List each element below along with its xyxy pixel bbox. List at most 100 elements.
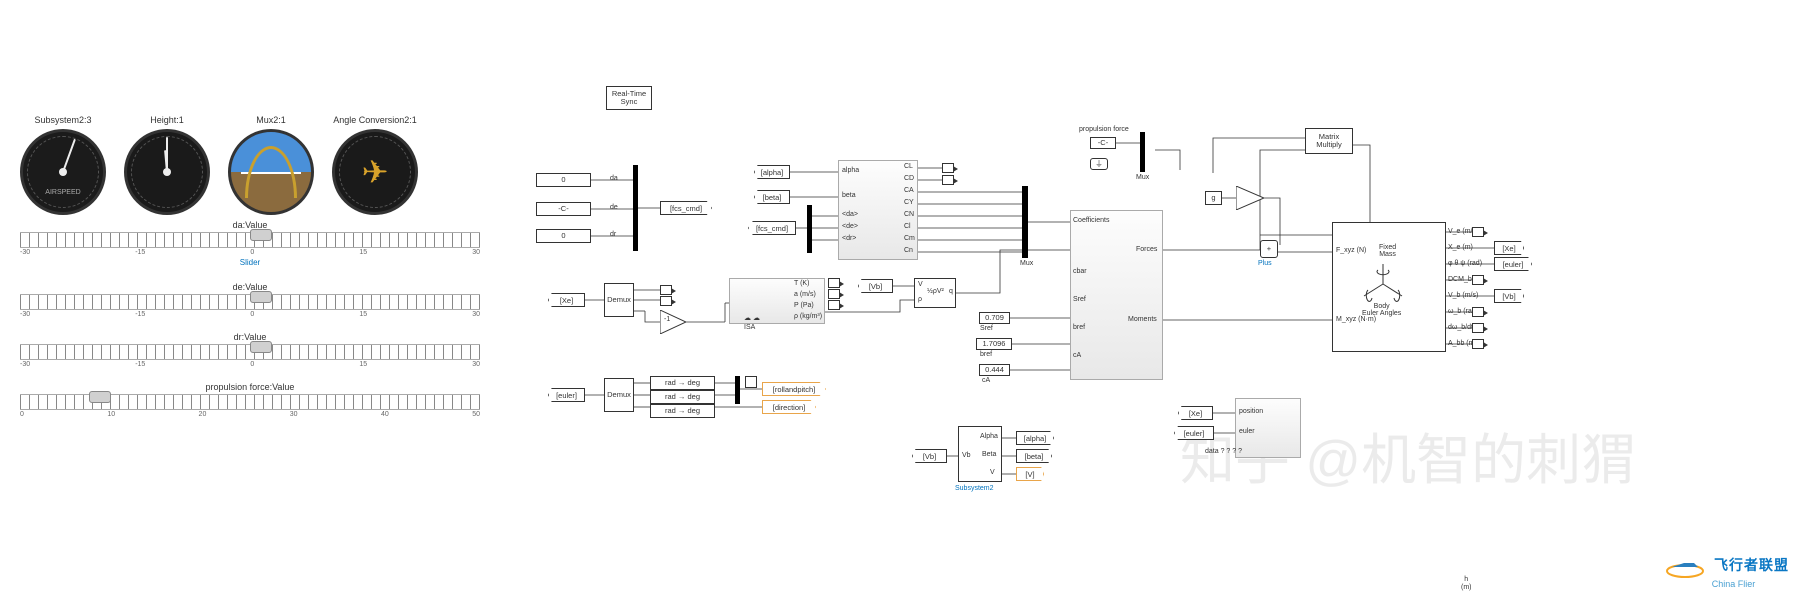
dc-out-CN: CN bbox=[904, 211, 914, 218]
mux-label: Mux bbox=[1020, 260, 1033, 267]
dp-rho: ρ bbox=[918, 296, 922, 303]
6dof-o5: V_b (m/s) bbox=[1448, 292, 1478, 299]
terminator[interactable] bbox=[1472, 339, 1484, 349]
block-demux2[interactable]: Demux bbox=[604, 378, 634, 412]
footer-en: China Flier bbox=[1712, 579, 1756, 589]
const-dr[interactable]: 0 bbox=[536, 229, 591, 243]
terminator[interactable] bbox=[1472, 275, 1484, 285]
terminator[interactable] bbox=[828, 289, 840, 299]
dr-euler: euler bbox=[1239, 428, 1255, 435]
aero-in-sref: Sref bbox=[1073, 296, 1086, 303]
block-rtsync[interactable]: Real-Time Sync bbox=[606, 86, 652, 110]
goto-rollandpitch[interactable]: [rollandpitch] bbox=[762, 382, 826, 396]
dc-in-beta: beta bbox=[842, 192, 856, 199]
mux-coeffs[interactable] bbox=[1022, 186, 1028, 258]
const-g[interactable]: g bbox=[1205, 191, 1222, 205]
const-bref[interactable]: 1.7096 bbox=[976, 338, 1012, 350]
goto-vb[interactable]: [Vb] bbox=[1494, 289, 1524, 303]
from-beta[interactable]: [beta] bbox=[754, 190, 790, 204]
dc-in-dr: <dr> bbox=[842, 235, 856, 242]
demux-fcs[interactable] bbox=[807, 205, 812, 253]
ca-lbl: cA bbox=[982, 377, 990, 384]
6dof-name: Fixed Mass bbox=[1379, 244, 1396, 258]
block-aero-fm[interactable] bbox=[1070, 210, 1163, 380]
const-ca[interactable]: 0.444 bbox=[979, 364, 1010, 376]
const-de[interactable]: -C- bbox=[536, 202, 591, 216]
terminator[interactable] bbox=[660, 285, 672, 295]
gain-neg1[interactable]: -1 bbox=[660, 310, 686, 334]
from-fcscmd[interactable]: [fcs_cmd] bbox=[748, 221, 796, 235]
terminator[interactable] bbox=[942, 175, 954, 185]
isa-out-a: a (m/s) bbox=[794, 291, 816, 298]
goto-beta[interactable]: [beta] bbox=[1016, 449, 1052, 463]
sub2-alpha: Alpha bbox=[980, 433, 998, 440]
isa-title: ISA bbox=[744, 324, 755, 331]
aero-in-cbar: cbar bbox=[1073, 268, 1087, 275]
dc-out-Cm: Cm bbox=[904, 235, 915, 242]
dr-pos: position bbox=[1239, 408, 1263, 415]
rad2deg-2[interactable]: rad → deg bbox=[650, 390, 715, 404]
footer-logo: 飞行者联盟 China Flier bbox=[1664, 555, 1789, 589]
terminator[interactable] bbox=[942, 163, 954, 173]
6dof-o7: dω_b/dt bbox=[1448, 324, 1473, 331]
terminator[interactable] bbox=[1472, 227, 1484, 237]
mux-rp[interactable] bbox=[735, 376, 740, 404]
const-prop[interactable]: -C- bbox=[1090, 137, 1116, 149]
isa-out-T: T (K) bbox=[794, 280, 809, 287]
aero-in-coef: Coefficients bbox=[1073, 217, 1109, 224]
wires bbox=[0, 0, 1811, 603]
goto-fcs[interactable]: [fcs_cmd] bbox=[660, 201, 712, 215]
dp-formula: ½ρV² bbox=[927, 288, 944, 295]
rad2deg-1[interactable]: rad → deg bbox=[650, 376, 715, 390]
const-sref[interactable]: 0.709 bbox=[979, 312, 1010, 324]
terminator[interactable] bbox=[828, 300, 840, 310]
goto-v[interactable]: [V] bbox=[1016, 467, 1044, 481]
from-xe-2[interactable]: [Xe] bbox=[1178, 406, 1213, 420]
goto-alpha[interactable]: [alpha] bbox=[1016, 431, 1054, 445]
dc-out-CY: CY bbox=[904, 199, 914, 206]
6dof-o2: X_e (m) bbox=[1448, 244, 1473, 251]
gain-g[interactable]: 7.5 bbox=[1236, 186, 1264, 210]
dc-out-Cn: Cn bbox=[904, 247, 913, 254]
const-da[interactable]: 0 bbox=[536, 173, 591, 187]
block-demux1[interactable]: Demux bbox=[604, 283, 634, 317]
6dof-fin: F_xyz (N) bbox=[1336, 247, 1366, 254]
rad2deg-3[interactable]: rad → deg bbox=[650, 404, 715, 418]
goto-direction[interactable]: [direction] bbox=[762, 400, 816, 414]
arrow-icon: → bbox=[678, 393, 686, 401]
dc-out-CA: CA bbox=[904, 187, 914, 194]
from-euler[interactable]: [euler] bbox=[548, 388, 585, 402]
mux-fcs[interactable] bbox=[633, 165, 638, 251]
isa-out-P: P (Pa) bbox=[794, 302, 814, 309]
block-matmul[interactable]: Matrix Multiply bbox=[1305, 128, 1353, 154]
block-sum[interactable]: + bbox=[1260, 240, 1278, 258]
mux2-label: Mux bbox=[1136, 174, 1149, 181]
label-da: da bbox=[610, 175, 618, 182]
6dof-body: Body Euler Angles bbox=[1362, 303, 1401, 317]
r2d-in: rad bbox=[665, 379, 676, 387]
isa-out-rho: ρ (kg/m³) bbox=[794, 313, 822, 320]
dp-v: V bbox=[918, 281, 923, 288]
sref-lbl: Sref bbox=[980, 325, 993, 332]
terminator[interactable] bbox=[660, 296, 672, 306]
dc-in-da: <da> bbox=[842, 211, 858, 218]
dc-out-CL: CL bbox=[904, 163, 913, 170]
goto-euler[interactable]: [euler] bbox=[1494, 257, 1532, 271]
isa-cloud-icon: ☁ ☁ bbox=[744, 314, 760, 322]
mux-prop[interactable] bbox=[1140, 132, 1145, 172]
from-xe[interactable]: [Xe] bbox=[548, 293, 585, 307]
terminator[interactable] bbox=[828, 278, 840, 288]
terminator[interactable] bbox=[1472, 323, 1484, 333]
terminator[interactable] bbox=[1472, 307, 1484, 317]
from-vb-2[interactable]: [Vb] bbox=[912, 449, 947, 463]
goto-xe[interactable]: [Xe] bbox=[1494, 241, 1524, 255]
r2d-in: rad bbox=[665, 393, 676, 401]
dc-out-Cl: Cl bbox=[904, 223, 911, 230]
from-alpha[interactable]: [alpha] bbox=[754, 165, 790, 179]
dc-in-alpha: alpha bbox=[842, 167, 859, 174]
scope-rp[interactable] bbox=[745, 376, 757, 388]
sub2-beta: Beta bbox=[982, 451, 996, 458]
from-euler-2[interactable]: [euler] bbox=[1174, 426, 1214, 440]
from-vb[interactable]: [Vb] bbox=[858, 279, 893, 293]
ground[interactable]: ⏚ bbox=[1090, 158, 1108, 170]
